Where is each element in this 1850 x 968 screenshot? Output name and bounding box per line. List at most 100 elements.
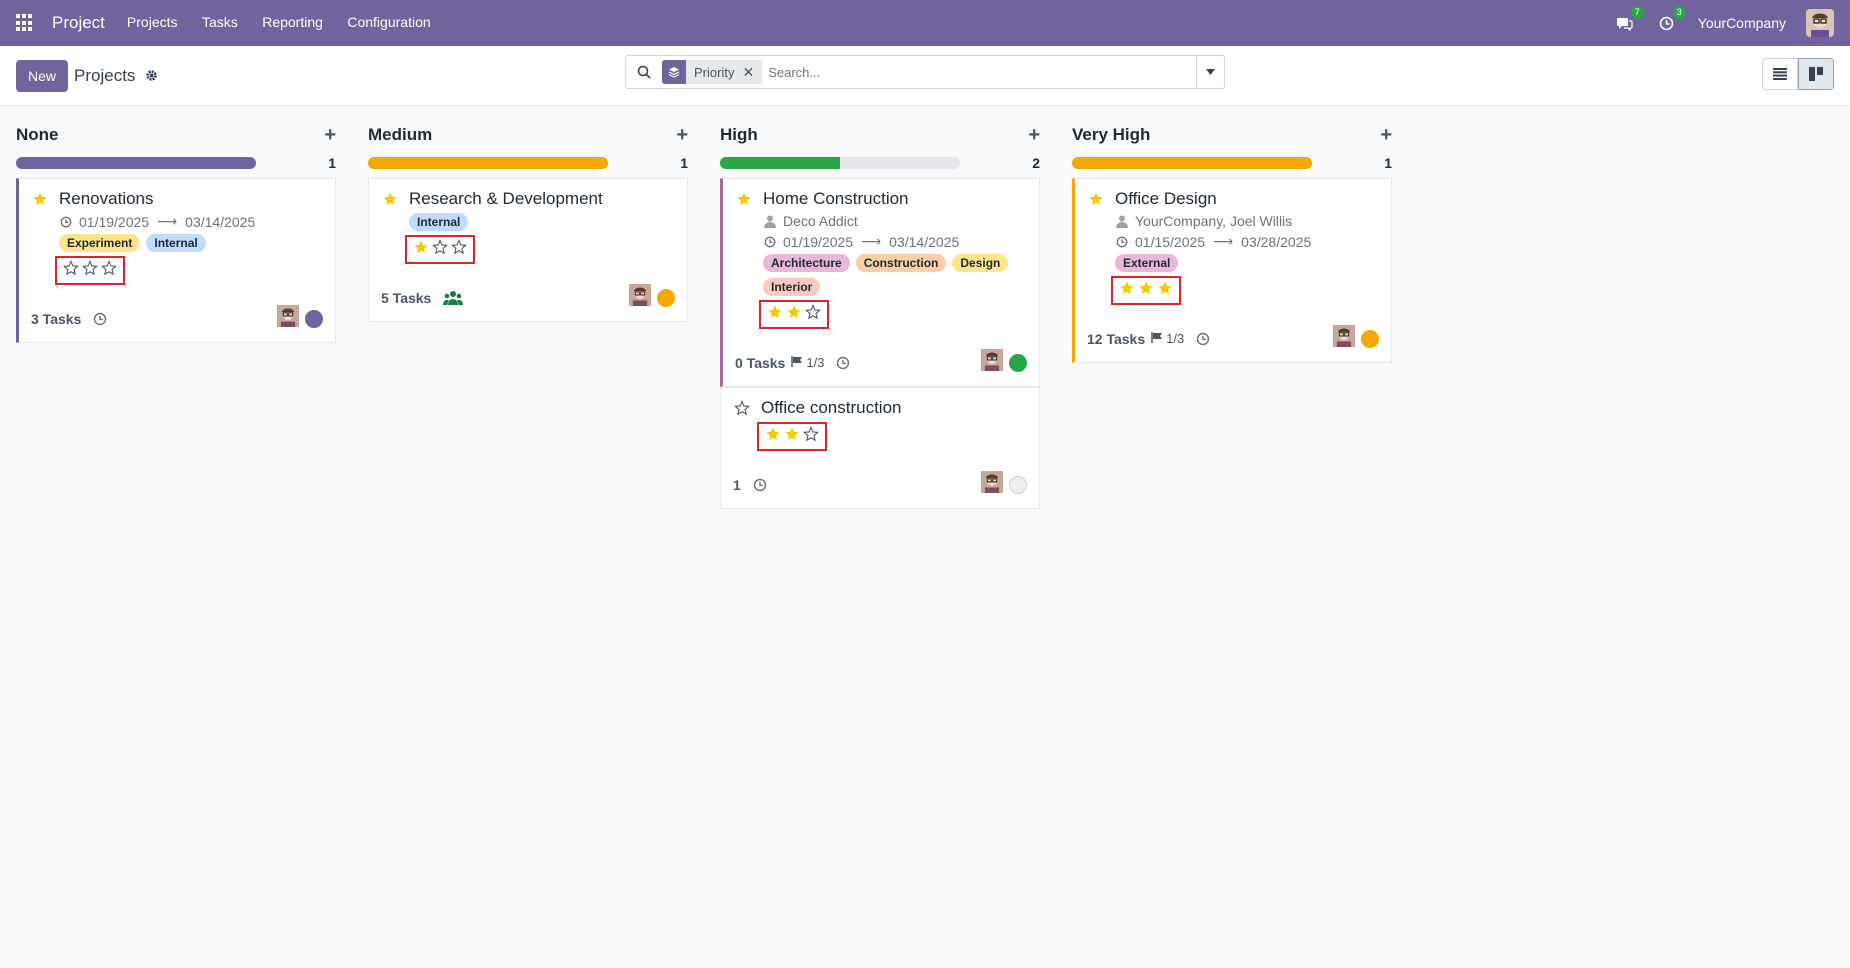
status-indicator[interactable]: [1361, 329, 1379, 348]
kanban-icon: [1809, 67, 1823, 81]
project-name[interactable]: Home Construction: [763, 189, 909, 209]
tasks-count-link[interactable]: 3 Tasks: [31, 311, 81, 327]
priority-widget[interactable]: [759, 300, 829, 329]
status-indicator[interactable]: [1009, 353, 1027, 372]
progress-bar[interactable]: [16, 157, 256, 169]
favorite-star-icon[interactable]: [1087, 191, 1105, 207]
menu-tasks[interactable]: Tasks: [202, 14, 238, 30]
close-icon[interactable]: ✕: [742, 64, 762, 81]
priority-star-icon[interactable]: [805, 303, 821, 325]
project-name[interactable]: Research & Development: [409, 189, 603, 209]
priority-star-icon[interactable]: [765, 426, 781, 447]
user-avatar[interactable]: [1806, 9, 1834, 37]
avatar[interactable]: [981, 471, 1003, 498]
priority-star-icon[interactable]: [413, 239, 429, 260]
activities-button[interactable]: 3: [1656, 6, 1686, 34]
progress-bar[interactable]: [368, 157, 608, 169]
priority-star-icon[interactable]: [451, 238, 467, 260]
priority-star-icon[interactable]: [101, 259, 117, 281]
column-title[interactable]: High: [720, 125, 758, 145]
menu-projects[interactable]: Projects: [127, 14, 178, 30]
priority-star-icon[interactable]: [784, 426, 800, 447]
priority-star-icon[interactable]: [1138, 280, 1154, 301]
company-switcher[interactable]: YourCompany: [1698, 15, 1786, 31]
gear-icon[interactable]: [145, 69, 158, 82]
column-title[interactable]: None: [16, 125, 59, 145]
app-brand[interactable]: Project: [52, 13, 105, 33]
search-input[interactable]: [768, 64, 1196, 80]
priority-star-icon[interactable]: [1157, 280, 1173, 301]
priority-star-icon[interactable]: [786, 304, 802, 325]
status-indicator[interactable]: [1009, 475, 1027, 494]
column-header: None +: [16, 118, 336, 152]
priority-star-icon[interactable]: [432, 238, 448, 260]
messages-button[interactable]: 7: [1614, 6, 1644, 34]
clock-icon[interactable]: [836, 356, 850, 370]
avatar[interactable]: [277, 305, 299, 332]
favorite-star-icon[interactable]: [735, 191, 753, 207]
clock-icon[interactable]: [753, 478, 767, 492]
priority-widget[interactable]: [1111, 276, 1181, 305]
project-card[interactable]: Office Design YourCompany, Joel Willis 01…: [1072, 178, 1392, 363]
search-bar: Priority ✕: [625, 55, 1225, 89]
priority-star-icon[interactable]: [1119, 280, 1135, 301]
progress-bar[interactable]: [720, 157, 960, 169]
column-title[interactable]: Very High: [1072, 125, 1150, 145]
progress-bar[interactable]: [1072, 157, 1312, 169]
tasks-count-link[interactable]: 5 Tasks: [381, 290, 431, 306]
priority-widget[interactable]: [55, 256, 125, 285]
favorite-star-icon[interactable]: [381, 191, 399, 207]
clock-icon: [763, 236, 777, 248]
status-indicator[interactable]: [305, 309, 323, 328]
breadcrumb-title: Projects: [74, 65, 136, 85]
date-end: 03/28/2025: [1241, 233, 1312, 250]
priority-star-icon[interactable]: [803, 425, 819, 447]
apps-menu-icon[interactable]: [16, 14, 34, 32]
project-card[interactable]: Research & Development Internal 5 Tasks: [368, 178, 688, 322]
avatar[interactable]: [629, 284, 651, 311]
tasks-count-link[interactable]: 1: [733, 477, 741, 493]
clock-icon[interactable]: [93, 312, 107, 326]
kanban-view-button[interactable]: [1798, 58, 1834, 90]
project-name[interactable]: Office Design: [1115, 189, 1217, 209]
progress-segment[interactable]: [1072, 157, 1312, 169]
priority-star-icon[interactable]: [767, 304, 783, 325]
arrow-right-icon: ⟶: [861, 233, 882, 249]
quick-create-plus-icon[interactable]: +: [1028, 124, 1040, 147]
priority-star-icon[interactable]: [82, 259, 98, 281]
project-name[interactable]: Office construction: [761, 398, 901, 418]
person-icon: [1115, 215, 1129, 228]
priority-widget[interactable]: [757, 422, 827, 451]
priority-widget[interactable]: [405, 235, 475, 264]
list-view-button[interactable]: [1762, 58, 1798, 90]
project-card[interactable]: Renovations 01/19/2025 ⟶ 03/14/2025 Experim…: [16, 178, 336, 343]
project-card[interactable]: Office construction 1: [720, 387, 1040, 509]
quick-create-plus-icon[interactable]: +: [676, 124, 688, 147]
avatar[interactable]: [1333, 325, 1355, 352]
tasks-count-link[interactable]: 12 Tasks: [1087, 331, 1145, 347]
menu-reporting[interactable]: Reporting: [262, 14, 323, 30]
column-count: 1: [1384, 155, 1392, 171]
favorite-star-icon[interactable]: [31, 191, 49, 207]
tag: External: [1115, 254, 1179, 272]
progress-segment[interactable]: [720, 157, 840, 169]
project-card[interactable]: Home Construction Deco Addict 01/19/2025 ⟶…: [720, 178, 1040, 387]
column-count: 1: [328, 155, 336, 171]
tasks-count-link[interactable]: 0 Tasks: [735, 355, 785, 371]
quick-create-plus-icon[interactable]: +: [324, 124, 336, 147]
favorite-star-icon[interactable]: [733, 400, 751, 416]
quick-create-plus-icon[interactable]: +: [1380, 124, 1392, 147]
progress-segment[interactable]: [368, 157, 608, 169]
status-indicator[interactable]: [657, 288, 675, 307]
menu-configuration[interactable]: Configuration: [347, 14, 430, 30]
avatar[interactable]: [981, 349, 1003, 376]
new-button[interactable]: New: [16, 59, 69, 92]
progress-segment[interactable]: [16, 157, 256, 169]
users-icon[interactable]: [443, 290, 464, 306]
clock-icon[interactable]: [1196, 332, 1210, 346]
project-name[interactable]: Renovations: [59, 189, 154, 209]
priority-star-icon[interactable]: [63, 259, 79, 281]
kanban-column: Medium + 1 Research & Development Intern…: [368, 118, 688, 509]
column-title[interactable]: Medium: [368, 125, 432, 145]
search-options-toggle[interactable]: [1196, 56, 1224, 88]
